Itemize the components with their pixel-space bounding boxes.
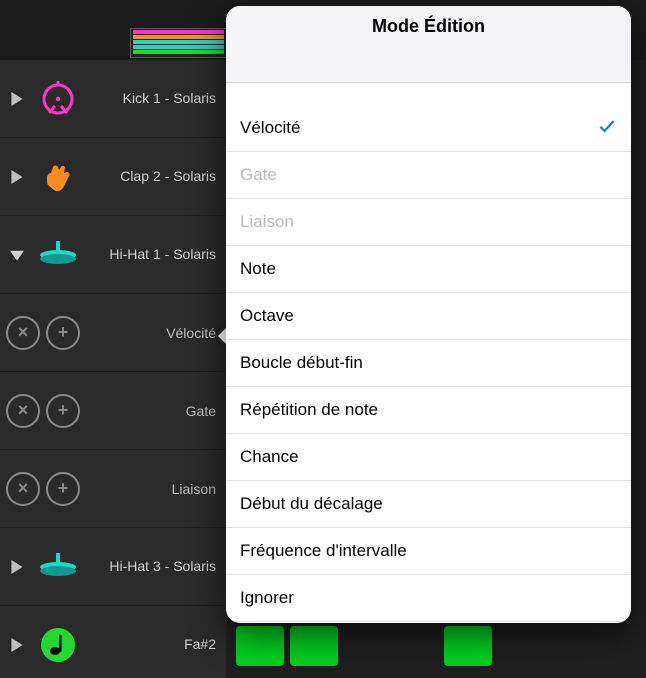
minimap[interactable] [130,28,227,58]
popover-item-label: Fréquence d'intervalle [240,541,407,561]
track-row[interactable]: Hi-Hat 3 - Solaris [0,528,226,606]
popover-item[interactable]: Ignorer [226,575,631,622]
popover-item-label: Chance [240,447,299,467]
play-icon[interactable] [6,92,28,106]
play-icon[interactable] [6,638,28,652]
step-pads [236,626,492,666]
step-pad[interactable] [236,626,284,666]
hihat-icon [34,231,82,279]
popover-item-label: Note [240,259,276,279]
subrow-label: Vélocité [80,325,226,341]
track-label: Hi-Hat 3 - Solaris [82,557,226,575]
close-icon[interactable]: × [6,472,40,506]
edit-mode-popover: Mode Édition Vélocité Gate Liaison Note Octa… [226,6,631,623]
play-icon[interactable] [6,170,28,184]
subrow-label: Liaison [80,481,226,497]
play-icon[interactable] [6,560,28,574]
track-label: Fa#2 [82,635,226,653]
note-icon [34,621,82,669]
step-pad[interactable] [290,626,338,666]
popover-item-label: Gate [240,165,277,185]
clap-icon [34,153,82,201]
popover-item: Liaison [226,199,631,246]
hihat-icon [34,543,82,591]
plus-icon[interactable]: + [46,394,80,428]
popover-item-label: Début du décalage [240,494,383,514]
popover-header: Mode Édition [226,6,631,83]
popover-item[interactable]: Vélocité [226,105,631,152]
step-pad[interactable] [444,626,492,666]
subrow-label: Gate [80,403,226,419]
track-row[interactable]: Clap 2 - Solaris [0,138,226,216]
close-icon[interactable]: × [6,316,40,350]
popover-item[interactable]: Début du décalage [226,481,631,528]
popover-item[interactable]: Note [226,246,631,293]
track-list: Kick 1 - Solaris Clap 2 - Solaris Hi-Hat… [0,60,226,678]
popover-item-label: Liaison [240,212,294,232]
popover-item-label: Boucle début-fin [240,353,363,373]
track-row[interactable]: Hi-Hat 1 - Solaris [0,216,226,294]
popover-title: Mode Édition [372,16,485,37]
popover-item: Gate [226,152,631,199]
track-label: Hi-Hat 1 - Solaris [82,245,226,263]
kick-icon [34,75,82,123]
popover-item-label: Répétition de note [240,400,378,420]
popover-item-label: Vélocité [240,118,300,138]
close-icon[interactable]: × [6,394,40,428]
plus-icon[interactable]: + [46,316,80,350]
popover-item[interactable]: Répétition de note [226,387,631,434]
chevron-down-icon[interactable] [6,248,28,262]
subrow[interactable]: × + Vélocité [0,294,226,372]
popover-item-label: Ignorer [240,588,294,608]
track-label: Kick 1 - Solaris [82,89,226,107]
app-root: 1. Solaris Kick 1 - Solaris Clap 2 - Sol… [0,0,646,678]
popover-item[interactable]: Boucle début-fin [226,340,631,387]
popover-item[interactable]: Octave [226,293,631,340]
subrow[interactable]: × + Liaison [0,450,226,528]
track-label: Clap 2 - Solaris [82,167,226,185]
track-row[interactable]: Fa#2 [0,606,226,678]
popover-item[interactable]: Chance [226,434,631,481]
popover-item-label: Octave [240,306,294,326]
subrow[interactable]: × + Gate [0,372,226,450]
check-icon [597,116,617,141]
plus-icon[interactable]: + [46,472,80,506]
track-row[interactable]: Kick 1 - Solaris [0,60,226,138]
popover-item[interactable]: Fréquence d'intervalle [226,528,631,575]
popover-list: Vélocité Gate Liaison Note Octave Boucle débu… [226,83,631,622]
